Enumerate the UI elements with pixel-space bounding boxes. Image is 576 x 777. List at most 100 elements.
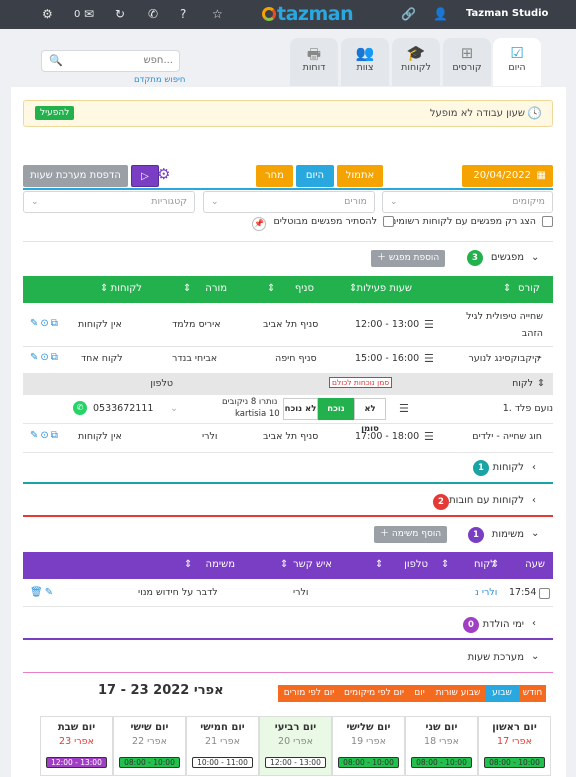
absent-button[interactable]: לא נוכח bbox=[283, 398, 318, 420]
yesterday-button[interactable]: אתמול bbox=[337, 165, 383, 187]
menu-icon[interactable]: ☰ bbox=[424, 352, 434, 365]
task-checkbox[interactable] bbox=[539, 588, 550, 599]
day-column[interactable]: יום שבת אפרי 23 12:00 - 13:00 bbox=[40, 716, 113, 776]
categories-select[interactable]: קטגוריות ⌄ bbox=[23, 191, 195, 213]
tab-clients[interactable]: 🎓 לקוחות bbox=[392, 38, 440, 86]
task-client[interactable]: ולרי נ bbox=[475, 587, 497, 598]
help-icon[interactable]: ? bbox=[180, 7, 186, 21]
mail-icon[interactable]: ✉ bbox=[84, 7, 94, 21]
calendar-event[interactable]: 08:00 - 10:00 bbox=[484, 757, 545, 768]
row-actions-icons[interactable]: ✎⊙⧉ bbox=[30, 430, 60, 441]
col-hours[interactable]: שעות פעילות bbox=[356, 283, 412, 294]
chevron-left-icon[interactable]: ‹ bbox=[532, 618, 536, 629]
col-clients[interactable]: לקוחות bbox=[111, 283, 142, 294]
col-task[interactable]: משימה bbox=[206, 559, 235, 570]
add-meeting-button[interactable]: ＋ הוספת מפגש bbox=[371, 250, 446, 267]
sort-icon[interactable]: ⇕ bbox=[280, 559, 288, 570]
sort-icon[interactable]: ⇕ bbox=[503, 283, 511, 294]
course-name[interactable]: קיקבוקסינג לנוער bbox=[468, 353, 541, 364]
course-name[interactable]: שחייה טיפולית לגיל הזהב bbox=[455, 308, 543, 342]
view-month[interactable]: חודש bbox=[519, 685, 546, 702]
course-name[interactable]: חוג שחייה - ילדים bbox=[472, 431, 542, 442]
col-course[interactable]: קורס bbox=[518, 283, 540, 294]
chevron-left-icon[interactable]: ‹ bbox=[532, 495, 536, 506]
gear-icon[interactable]: ⚙ bbox=[42, 7, 53, 21]
date-picker[interactable]: 20/04/2022 ▦ bbox=[462, 165, 553, 187]
client-phone[interactable]: 0533672111 bbox=[93, 403, 153, 414]
view-day-by-teacher[interactable]: יום לפי מורים bbox=[278, 685, 340, 702]
sort-icon[interactable]: ⇕ bbox=[537, 378, 545, 389]
mark-all-present-button[interactable]: סמן נוכחות לכולם bbox=[329, 377, 393, 388]
hide-canceled-checkbox[interactable] bbox=[383, 216, 394, 227]
col-hour[interactable]: שעה bbox=[525, 559, 545, 570]
clients-section-title[interactable]: לקוחות bbox=[493, 462, 524, 473]
menu-icon[interactable]: ☰ bbox=[399, 402, 409, 415]
link-icon[interactable]: 🔗 bbox=[401, 7, 416, 21]
day-column[interactable]: יום שני אפרי 18 08:00 - 10:00 bbox=[405, 716, 478, 776]
search-input[interactable] bbox=[63, 55, 173, 66]
view-day[interactable]: יום bbox=[408, 685, 431, 702]
col-client[interactable]: לקוח bbox=[474, 559, 496, 570]
calendar-event[interactable]: 12:00 - 13:00 bbox=[265, 757, 326, 768]
settings-gear-icon[interactable]: ⚙ bbox=[157, 165, 170, 183]
row-actions-icons[interactable]: ✎⊙⧉ bbox=[30, 352, 60, 363]
not-marked-button[interactable]: לא סומן bbox=[354, 398, 386, 434]
tab-reports[interactable]: 🖶 דוחות bbox=[290, 38, 338, 86]
chevron-down-icon[interactable]: ⌄ bbox=[531, 252, 539, 263]
pin-icon[interactable]: 📌 bbox=[252, 217, 266, 231]
view-week-rows[interactable]: שבוע שורות bbox=[431, 685, 485, 702]
search-box[interactable]: 🔍 bbox=[41, 50, 180, 72]
studio-name[interactable]: Tazman Studio bbox=[466, 8, 548, 19]
day-column-today[interactable]: יום רביעי אפרי 20 12:00 - 13:00 bbox=[259, 716, 332, 776]
star-icon[interactable]: ☆ bbox=[212, 7, 223, 21]
chevron-down-icon[interactable]: ⌄ bbox=[170, 403, 178, 414]
calendar-event[interactable]: 08:00 - 10:00 bbox=[119, 757, 180, 768]
refresh-icon[interactable]: ↻ bbox=[115, 7, 125, 21]
menu-icon[interactable]: ☰ bbox=[424, 318, 434, 331]
task-actions-icons[interactable]: 🗑✎ bbox=[30, 587, 55, 598]
advanced-search-link[interactable]: חיפוש מתקדם bbox=[134, 75, 185, 85]
sort-icon[interactable]: ⇕ bbox=[183, 283, 191, 294]
whatsapp-icon[interactable]: ✆ bbox=[73, 401, 87, 415]
col-teacher[interactable]: מורה bbox=[205, 283, 227, 294]
sort-active-icon[interactable]: ⇕ bbox=[349, 283, 357, 294]
print-schedule-button[interactable]: הדפסת מערכת שעות bbox=[23, 165, 128, 187]
calendar-event[interactable]: 08:00 - 10:00 bbox=[338, 757, 399, 768]
day-column[interactable]: יום שישי אפרי 22 08:00 - 10:00 bbox=[113, 716, 186, 776]
client-name[interactable]: 1. נועם פלד bbox=[503, 403, 553, 414]
add-task-button[interactable]: ＋ הוסף משימה bbox=[374, 526, 448, 543]
sort-icon[interactable]: ⇕ bbox=[375, 559, 383, 570]
sort-icon[interactable]: ⇕ bbox=[441, 559, 449, 570]
calendar-event[interactable]: 12:00 - 13:00 bbox=[46, 757, 107, 768]
chevron-left-icon[interactable]: ‹ bbox=[532, 462, 536, 473]
activate-button[interactable]: להפעיל bbox=[35, 106, 75, 120]
debt-section-title[interactable]: לקוחות עם חובות bbox=[449, 495, 524, 506]
calendar-event[interactable]: 10:00 - 11:00 bbox=[192, 757, 253, 768]
only-registered-checkbox[interactable] bbox=[542, 216, 553, 227]
tomorrow-button[interactable]: מחר bbox=[256, 165, 293, 187]
present-button[interactable]: נוכח bbox=[318, 398, 354, 420]
col-contact[interactable]: איש קשר bbox=[293, 559, 332, 570]
day-column[interactable]: יום חמישי אפרי 21 10:00 - 11:00 bbox=[186, 716, 259, 776]
chevron-down-icon[interactable]: ⌄ bbox=[531, 651, 539, 662]
col-branch[interactable]: סניף bbox=[295, 283, 314, 294]
user-icon[interactable]: 👤 bbox=[433, 7, 448, 21]
locations-select[interactable]: מיקומים ⌄ bbox=[382, 191, 553, 213]
day-column[interactable]: יום ראשון אפרי 17 08:00 - 10:00 bbox=[478, 716, 551, 776]
tazman-logo[interactable]: tazman bbox=[262, 3, 354, 25]
teachers-select[interactable]: מורים ⌄ bbox=[203, 191, 375, 213]
sort-icon[interactable]: ⇕ bbox=[184, 559, 192, 570]
menu-icon[interactable]: ☰ bbox=[424, 430, 434, 443]
birthdays-title[interactable]: ימי הולדת bbox=[483, 619, 524, 630]
sort-icon[interactable]: ⇕ bbox=[267, 283, 275, 294]
today-button[interactable]: היום bbox=[296, 165, 334, 187]
chevron-down-icon[interactable]: ⌄ bbox=[531, 528, 539, 539]
calendar-event[interactable]: 08:00 - 10:00 bbox=[411, 757, 472, 768]
view-day-by-location[interactable]: יום לפי מיקומים bbox=[340, 685, 408, 702]
view-week[interactable]: שבוע bbox=[485, 685, 519, 702]
day-column[interactable]: יום שלישי אפרי 19 08:00 - 10:00 bbox=[332, 716, 405, 776]
phone-icon[interactable]: ✆ bbox=[148, 7, 158, 21]
tab-today[interactable]: ☑ היום bbox=[493, 38, 541, 86]
tab-courses[interactable]: ⊞ קורסים bbox=[443, 38, 491, 86]
col-phone[interactable]: טלפון bbox=[404, 559, 428, 570]
